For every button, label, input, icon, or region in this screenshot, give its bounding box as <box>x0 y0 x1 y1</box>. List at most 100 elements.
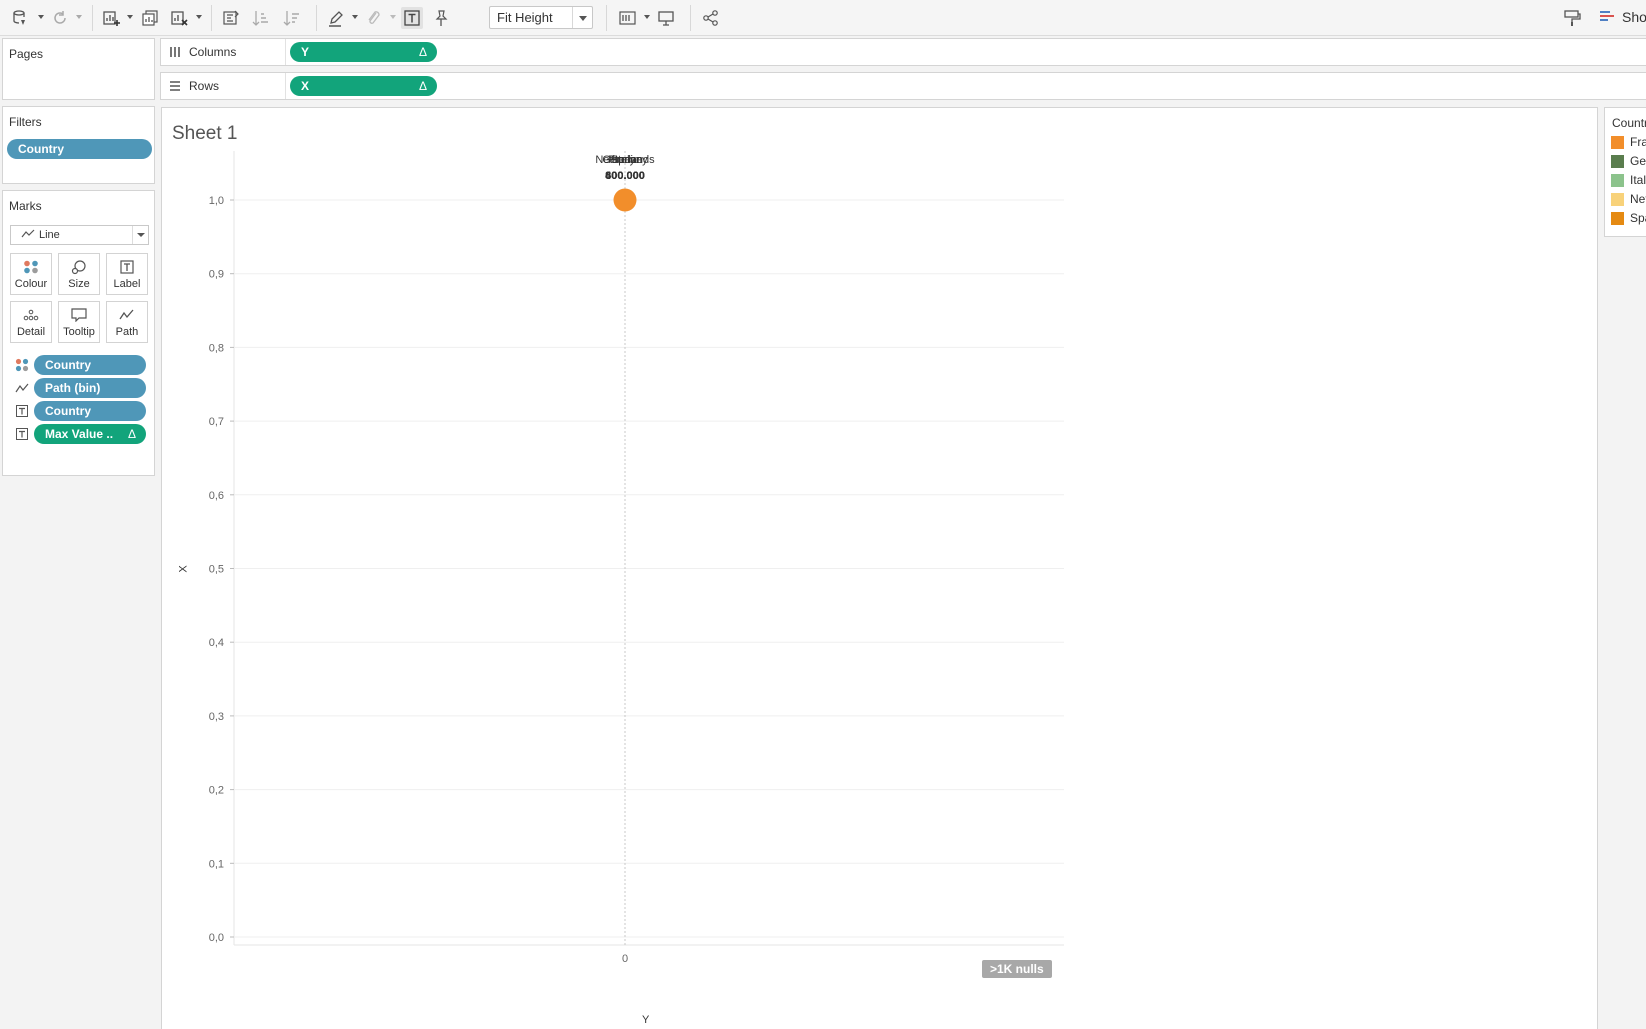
label-button[interactable]: Label <box>106 253 148 295</box>
path-label: Path <box>115 326 139 338</box>
new-worksheet-icon[interactable] <box>100 7 122 29</box>
legend-swatch <box>1611 173 1624 187</box>
legend-item[interactable]: Germany <box>1611 154 1646 168</box>
show-cards-caret-icon[interactable] <box>644 15 650 19</box>
duplicate-sheet-icon[interactable] <box>139 7 161 29</box>
pin-icon[interactable] <box>430 7 452 29</box>
highlight-caret-icon[interactable] <box>352 15 358 19</box>
delta-icon: Δ <box>418 79 427 93</box>
tooltip-label: Tooltip <box>63 326 95 338</box>
columns-shelf[interactable]: Columns Y Δ <box>160 38 1646 66</box>
legend-swatch <box>1611 192 1624 206</box>
legend-label: Italy <box>1630 173 1646 187</box>
refresh-caret-icon[interactable] <box>76 15 82 19</box>
show-cards-icon[interactable] <box>617 7 639 29</box>
clear-sheet-icon[interactable] <box>168 7 190 29</box>
sort-descending-icon[interactable] <box>281 7 303 29</box>
sort-ascending-icon[interactable] <box>250 7 272 29</box>
group-members-icon[interactable] <box>362 7 384 29</box>
presentation-mode-icon[interactable] <box>655 7 677 29</box>
legend-label: Germany <box>1630 154 1646 168</box>
y-tick-label: 1,0 <box>209 195 224 207</box>
mark-type-caret-icon[interactable] <box>132 226 148 244</box>
rows-shelf-label: Rows <box>161 73 286 99</box>
tooltip-button[interactable]: Tooltip <box>58 301 100 343</box>
clear-sheet-caret-icon[interactable] <box>196 15 202 19</box>
color-legend[interactable]: Country France Germany Italy Netherlands Spa… <box>1604 107 1646 237</box>
x-axis-title[interactable]: Y <box>642 1014 649 1026</box>
detail-icon <box>11 307 51 323</box>
marks-field-path-bin[interactable]: Path (bin) <box>34 378 146 398</box>
marks-panel: Marks Line Colour Size Label Detail Tool… <box>2 190 155 476</box>
fit-select[interactable]: Fit Height <box>489 6 593 29</box>
label-icon <box>15 427 29 441</box>
legend-item[interactable]: Spain <box>1611 211 1646 225</box>
nulls-badge[interactable]: >1K nulls <box>982 960 1052 978</box>
y-tick-label: 0,9 <box>209 269 224 281</box>
label-label: Label <box>113 278 141 290</box>
swap-axes-icon[interactable] <box>219 7 241 29</box>
chart-plot[interactable]: 1,00,90,80,70,60,50,40,30,20,10,00Nether… <box>162 108 1162 1029</box>
path-icon <box>15 381 29 395</box>
columns-icon <box>169 46 181 61</box>
data-point[interactable] <box>613 188 637 212</box>
y-tick-label: 0,1 <box>209 858 224 870</box>
toolbar-separator <box>606 5 607 31</box>
show-mark-labels-icon[interactable] <box>401 7 423 29</box>
legend-title: Country <box>1612 116 1646 130</box>
worksheet-view[interactable]: Sheet 1 X 1,0 0,9 0,8 0,7 0,6 0,5 0,4 0,3 0,2 0,1… <box>161 107 1598 1029</box>
toolbar-separator <box>211 5 212 31</box>
label-icon <box>107 259 147 275</box>
fit-select-caret-icon[interactable] <box>572 7 592 28</box>
toolbar: Fit Height Show Me <box>0 0 1646 36</box>
path-button[interactable]: Path <box>106 301 148 343</box>
marks-field-country-colour[interactable]: Country <box>34 355 146 375</box>
mark-type-value: Line <box>39 229 60 241</box>
marks-field-max-value[interactable]: Max Value .. Δ <box>34 424 146 444</box>
legend-item[interactable]: Netherlands <box>1611 192 1646 206</box>
group-members-caret-icon[interactable] <box>390 15 396 19</box>
size-button[interactable]: Size <box>58 253 100 295</box>
detail-button[interactable]: Detail <box>10 301 52 343</box>
pages-title: Pages <box>9 47 44 61</box>
path-icon <box>107 307 147 323</box>
columns-shelf-label: Columns <box>161 39 286 65</box>
show-me-button[interactable]: Show Me <box>1600 9 1646 25</box>
marks-title: Marks <box>9 199 42 213</box>
legend-swatch <box>1611 154 1624 168</box>
share-icon[interactable] <box>700 7 722 29</box>
rows-label: Rows <box>189 79 220 93</box>
y-tick-label: 0,8 <box>209 342 224 354</box>
datasource-icon[interactable] <box>9 7 31 29</box>
delta-icon: Δ <box>127 427 136 441</box>
rows-pill-x[interactable]: X Δ <box>290 76 437 96</box>
size-label: Size <box>68 278 90 290</box>
y-tick-label: 0,7 <box>209 416 224 428</box>
marks-field-country-label[interactable]: Country <box>34 401 146 421</box>
highlight-icon[interactable] <box>324 7 346 29</box>
legend-item[interactable]: Italy <box>1611 173 1646 187</box>
colour-button[interactable]: Colour <box>10 253 52 295</box>
refresh-icon[interactable] <box>49 7 71 29</box>
y-tick-label: 0,0 <box>209 932 224 944</box>
y-tick-label: 0,3 <box>209 711 224 723</box>
legend-item[interactable]: France <box>1611 135 1646 149</box>
legend-label: Spain <box>1630 211 1646 225</box>
datasource-caret-icon[interactable] <box>38 15 44 19</box>
pages-panel[interactable]: Pages <box>2 38 155 100</box>
rows-icon <box>169 80 181 95</box>
mark-type-select[interactable]: Line <box>10 225 149 245</box>
filters-panel[interactable]: Filters Country <box>2 106 155 184</box>
columns-pill-y[interactable]: Y Δ <box>290 42 437 62</box>
format-painter-icon[interactable] <box>1561 7 1583 29</box>
data-label-value: 400.000 <box>605 170 645 182</box>
x-tick-label: 0 <box>622 953 628 965</box>
fit-select-value: Fit Height <box>497 10 553 25</box>
show-me-icon <box>1600 11 1614 21</box>
rows-shelf[interactable]: Rows X Δ <box>160 72 1646 100</box>
colour-icon <box>11 259 51 275</box>
filter-pill-country[interactable]: Country <box>7 139 152 159</box>
columns-label: Columns <box>189 45 237 59</box>
columns-pill-label: Y <box>301 45 310 59</box>
new-worksheet-caret-icon[interactable] <box>127 15 133 19</box>
